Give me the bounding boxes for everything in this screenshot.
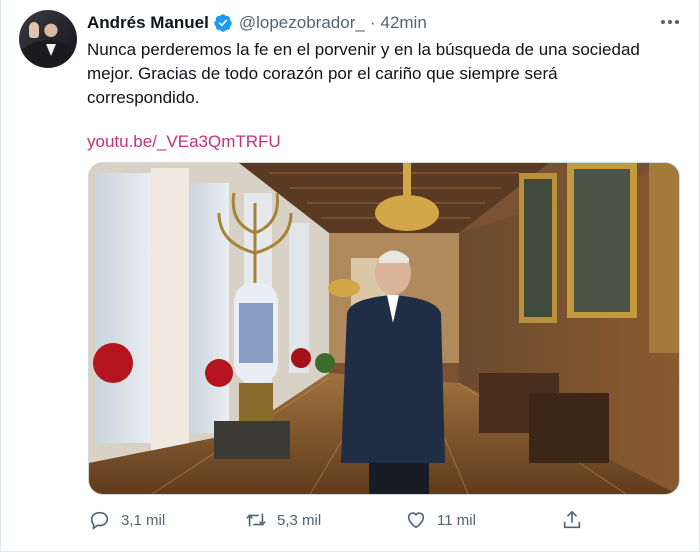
reply-button[interactable]: 3,1 mil [89,508,165,532]
tweet-text-line: Nunca perderemos la fe en el porvenir y … [87,40,640,59]
tweet-link[interactable]: youtu.be/_VEa3QmTRFU [87,130,281,154]
tweet-timestamp[interactable]: 42min [380,13,426,33]
tweet-text-line: correspondido. [87,88,200,107]
author-name[interactable]: Andrés Manuel [87,13,209,33]
retweet-button[interactable]: 5,3 mil [245,508,321,532]
reply-icon [90,511,109,530]
author-handle[interactable]: @lopezobrador_ [239,13,365,33]
reply-count: 3,1 mil [121,511,166,529]
share-icon [563,510,581,529]
tweet-text: Nunca perderemos la fe en el porvenir y … [87,38,667,110]
like-count: 11 mil [437,511,476,529]
tweet-text-line: mejor. Gracias de todo corazón por el ca… [87,64,558,83]
retweet-count: 5,3 mil [277,511,322,529]
verified-badge-icon [214,14,232,32]
like-button[interactable]: 11 mil [405,508,476,532]
tweet-header: Andrés Manuel @lopezobrador_ · 42min [87,12,427,34]
tweet-photo[interactable] [88,162,680,495]
retweet-icon [246,513,266,527]
share-button[interactable] [561,508,593,532]
author-avatar[interactable] [19,10,77,68]
more-options-icon[interactable] [657,12,683,32]
header-separator: · [369,13,376,32]
hallway-photo [89,163,679,494]
heart-icon [407,512,425,529]
tweet-actions: 3,1 mil 5,3 mil 11 mil [89,508,589,532]
tweet-card[interactable]: Andrés Manuel @lopezobrador_ · 42min Nun… [0,0,700,552]
